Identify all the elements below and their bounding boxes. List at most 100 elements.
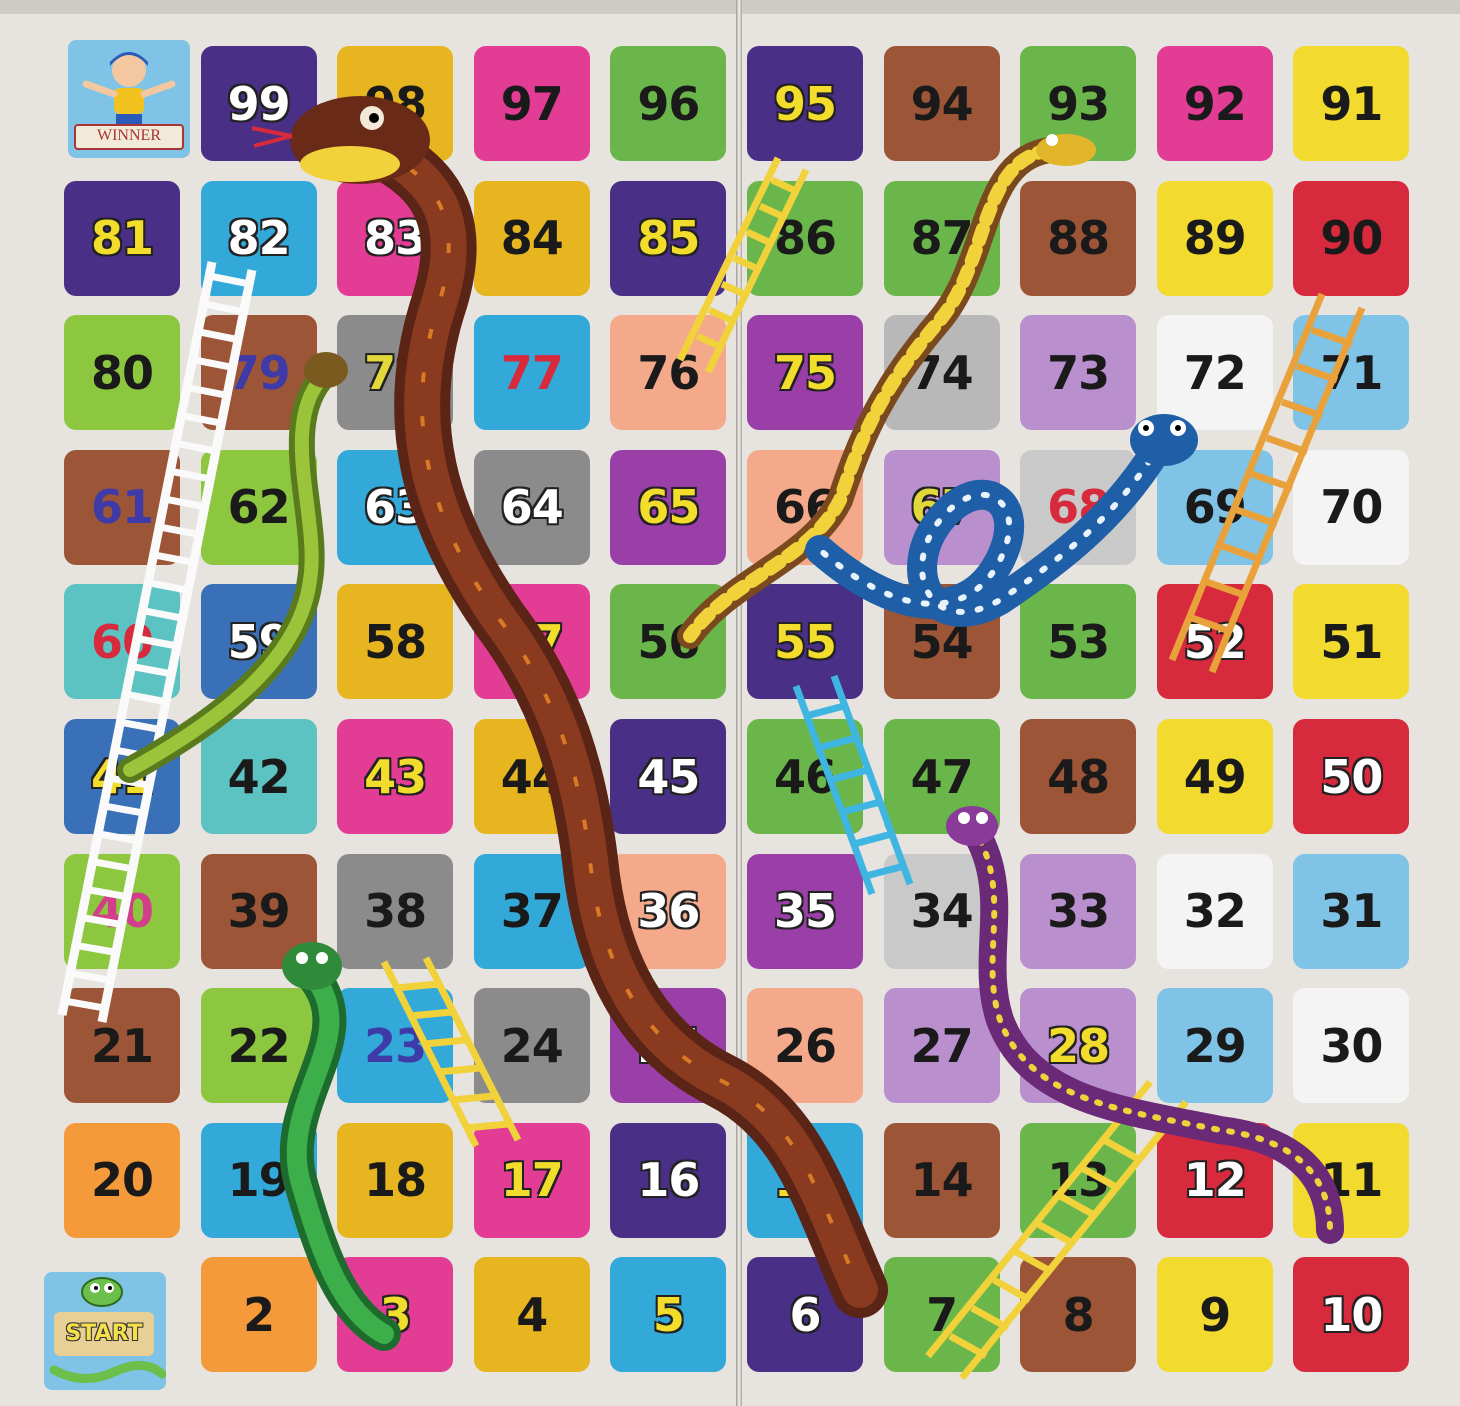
square-number: 22 <box>227 1018 291 1073</box>
square-number: 5 <box>652 1287 685 1342</box>
square-number: 83 <box>364 211 427 266</box>
board-square-19: 19 <box>191 1113 327 1248</box>
square-number: 51 <box>1320 614 1383 669</box>
board-square-42: 42 <box>191 709 327 844</box>
board-square-67: 67 <box>874 440 1010 575</box>
square-number: 58 <box>364 614 427 669</box>
start-label: START <box>54 1312 154 1356</box>
square-number: 60 <box>90 614 154 669</box>
board-square-53: 53 <box>1010 574 1146 709</box>
board-square-80: 80 <box>54 305 190 440</box>
square-number: 81 <box>90 211 154 266</box>
square-number: 73 <box>1047 345 1110 400</box>
square-number: 7 <box>926 1287 958 1342</box>
square-number: 25 <box>637 1018 700 1073</box>
board-square-46: 46 <box>737 709 873 844</box>
square-number: 3 <box>379 1287 412 1342</box>
square-number: 77 <box>500 345 564 400</box>
board-square-12: 12 <box>1147 1113 1283 1248</box>
square-number: 74 <box>910 345 974 400</box>
square-number: 2 <box>243 1287 275 1342</box>
square-number: 34 <box>910 884 974 939</box>
square-number: 45 <box>637 749 700 804</box>
square-number: 75 <box>773 345 837 400</box>
board-square-48: 48 <box>1010 709 1146 844</box>
board-square-96: 96 <box>600 36 736 171</box>
board-square-58: 58 <box>327 574 463 709</box>
board-square-13: 13 <box>1010 1113 1146 1248</box>
board-square-84: 84 <box>464 171 600 306</box>
square-number: 95 <box>773 76 837 131</box>
start-square: START <box>44 1272 166 1390</box>
board-square-6: 6 <box>737 1247 873 1382</box>
board-square-85: 85 <box>600 171 736 306</box>
square-number: 99 <box>227 76 291 131</box>
square-number: 86 <box>773 211 837 266</box>
square-number: 23 <box>364 1018 427 1073</box>
board-square-32: 32 <box>1147 844 1283 979</box>
square-number: 82 <box>227 211 291 266</box>
board-square-37: 37 <box>464 844 600 979</box>
board-square-25: 25 <box>600 978 736 1113</box>
square-number: 53 <box>1047 614 1110 669</box>
board-square-16: 16 <box>600 1113 736 1248</box>
board-top-edge <box>0 0 1460 14</box>
square-number: 27 <box>910 1018 974 1073</box>
square-number: 91 <box>1320 76 1383 131</box>
board-square-27: 27 <box>874 978 1010 1113</box>
board-square-50: 50 <box>1283 709 1419 844</box>
square-number: 67 <box>910 480 974 535</box>
square-number: 19 <box>227 1153 291 1208</box>
board-square-81: 81 <box>54 171 190 306</box>
square-number: 44 <box>500 749 564 804</box>
square-number: 41 <box>90 749 154 804</box>
square-number: 50 <box>1320 749 1383 804</box>
square-number: 48 <box>1047 749 1110 804</box>
square-number: 52 <box>1183 614 1247 669</box>
square-number: 49 <box>1183 749 1247 804</box>
square-number: 8 <box>1062 1287 1095 1342</box>
square-number: 33 <box>1047 884 1110 939</box>
snake-mascot-icon <box>81 1277 123 1307</box>
board-square-24: 24 <box>464 978 600 1113</box>
board-square-82: 82 <box>191 171 327 306</box>
square-number: 96 <box>637 76 700 131</box>
square-number: 89 <box>1183 211 1247 266</box>
board-square-79: 79 <box>191 305 327 440</box>
board-square-2: 2 <box>191 1247 327 1382</box>
board-square-55: 55 <box>737 574 873 709</box>
square-number: 72 <box>1183 345 1247 400</box>
board-square-5: 5 <box>600 1247 736 1382</box>
square-number: 15 <box>773 1153 837 1208</box>
board-square-71: 71 <box>1283 305 1419 440</box>
board-square-29: 29 <box>1147 978 1283 1113</box>
board-square-66: 66 <box>737 440 873 575</box>
snake-tail-icon <box>49 1361 166 1384</box>
board-square-75: 75 <box>737 305 873 440</box>
board-square-9: 9 <box>1147 1247 1283 1382</box>
game-board: 99 98 97 96 95 94 93 92 91 81 82 83 84 85 86 87 88 89 90 80… <box>0 0 1460 1406</box>
square-number: 38 <box>364 884 427 939</box>
square-number: 32 <box>1183 884 1247 939</box>
board-square-59: 59 <box>191 574 327 709</box>
board-square-89: 89 <box>1147 171 1283 306</box>
board-square-72: 72 <box>1147 305 1283 440</box>
square-number: 55 <box>773 614 837 669</box>
board-square-20: 20 <box>54 1113 190 1248</box>
board-square-7: 7 <box>874 1247 1010 1382</box>
square-number: 17 <box>500 1153 564 1208</box>
board-square-8: 8 <box>1010 1247 1146 1382</box>
square-number: 84 <box>500 211 564 266</box>
board-square-76: 76 <box>600 305 736 440</box>
square-number: 24 <box>500 1018 564 1073</box>
board-square-49: 49 <box>1147 709 1283 844</box>
board-square-70: 70 <box>1283 440 1419 575</box>
board-fold-line <box>736 0 742 1406</box>
board-square-97: 97 <box>464 36 600 171</box>
square-number: 42 <box>227 749 291 804</box>
square-number: 92 <box>1183 76 1247 131</box>
square-number: 97 <box>500 76 564 131</box>
board-square-77: 77 <box>464 305 600 440</box>
board-square-30: 30 <box>1283 978 1419 1113</box>
board-square-92: 92 <box>1147 36 1283 171</box>
